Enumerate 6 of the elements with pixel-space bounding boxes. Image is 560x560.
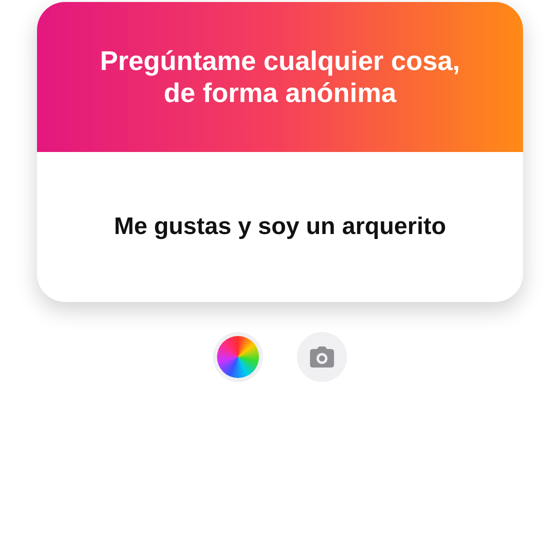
color-button[interactable] [213, 332, 263, 382]
question-title: Pregúntame cualquier cosa, de forma anónima [98, 45, 462, 109]
answer-text: Me gustas y soy un arquerito [114, 213, 446, 241]
color-wheel-icon [217, 336, 259, 378]
camera-button[interactable] [297, 332, 347, 382]
camera-icon [309, 346, 335, 368]
